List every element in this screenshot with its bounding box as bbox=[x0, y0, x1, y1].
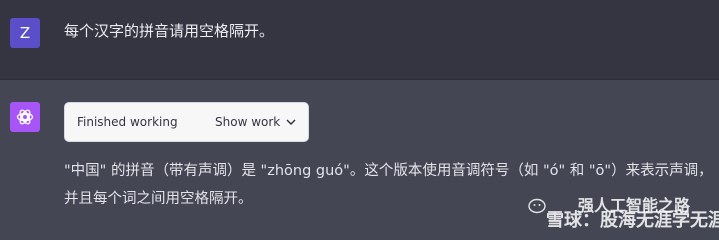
work-status-label: Finished working bbox=[77, 115, 178, 129]
chevron-down-icon[interactable] bbox=[285, 116, 297, 128]
work-status-panel[interactable]: Finished working Show work bbox=[64, 102, 309, 142]
user-message-row: Z 每个汉字的拼音请用空格隔开。 bbox=[0, 0, 719, 80]
openai-logo-icon bbox=[16, 109, 34, 125]
user-message-text: 每个汉字的拼音请用空格隔开。 bbox=[64, 22, 275, 40]
show-work-button[interactable]: Show work bbox=[215, 115, 280, 129]
watermark: 强人工智能之路 雪球：股海无涯学无涯 bbox=[528, 196, 719, 236]
assistant-avatar bbox=[10, 102, 40, 132]
user-avatar: Z bbox=[10, 18, 40, 48]
watermark-line-2: 雪球：股海无涯学无涯 bbox=[546, 210, 719, 231]
